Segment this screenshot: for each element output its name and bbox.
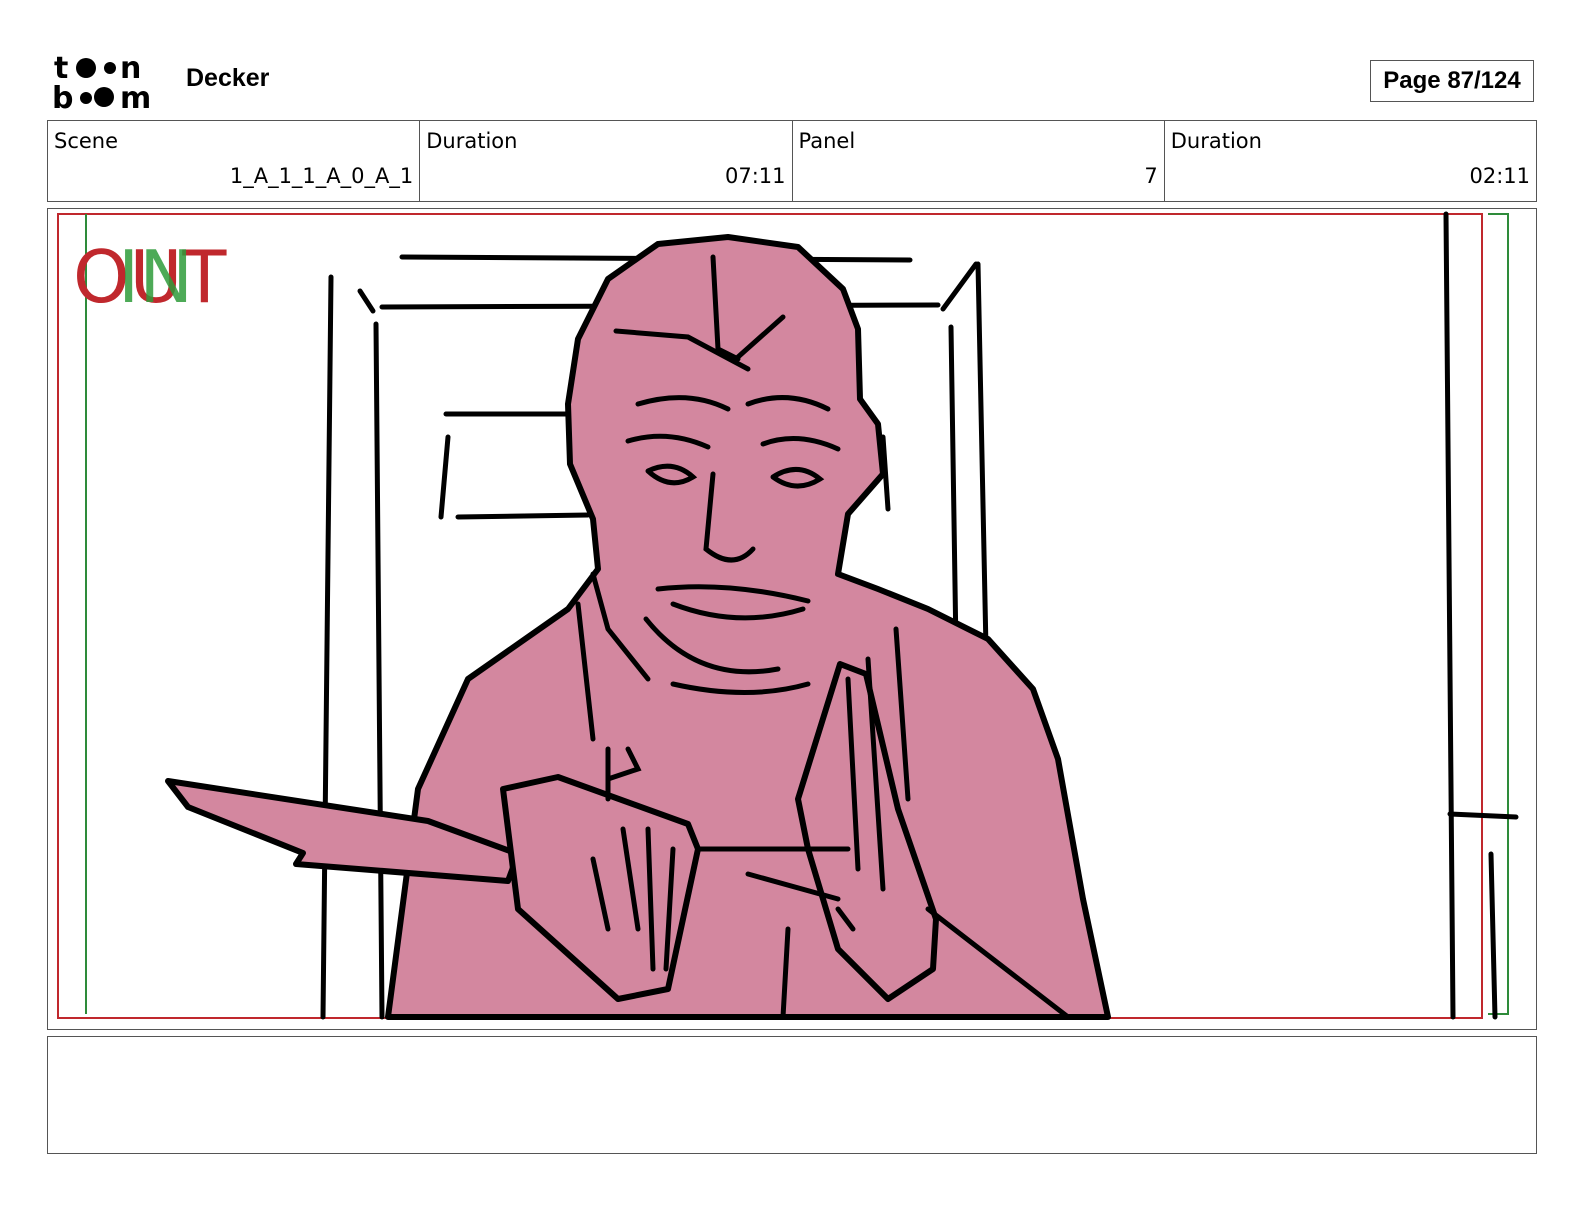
svg-text:b: b bbox=[52, 81, 73, 112]
toon-boom-logo: t n b m bbox=[52, 51, 151, 112]
page-indicator: Page 87/124 bbox=[1370, 60, 1534, 102]
panel-cell: Panel 7 bbox=[793, 121, 1165, 201]
panel-duration-value: 02:11 bbox=[1469, 164, 1530, 188]
scene-duration-cell: Duration 07:11 bbox=[420, 121, 793, 201]
scene-duration-value: 07:11 bbox=[724, 164, 786, 188]
scene-label: Scene bbox=[54, 129, 119, 153]
panel-label: Panel bbox=[798, 129, 856, 153]
panel-info-table: Scene 1_A_1_1_A_0_A_1 Duration 07:11 Pan… bbox=[47, 120, 1537, 202]
scene-cell: Scene 1_A_1_1_A_0_A_1 bbox=[48, 121, 421, 201]
character-man bbox=[165, 234, 1111, 1020]
scene-duration-label: Duration bbox=[426, 129, 518, 153]
svg-text:m: m bbox=[120, 81, 151, 112]
panel-duration-label: Duration bbox=[1170, 129, 1262, 153]
project-title: Decker bbox=[186, 64, 270, 92]
panel-duration-cell: Duration 02:11 bbox=[1165, 121, 1536, 201]
panel-value: 7 bbox=[1144, 164, 1158, 188]
in-marker: IN bbox=[118, 235, 193, 319]
scene-value: 1_A_1_1_A_0_A_1 bbox=[229, 164, 414, 188]
panel-drawing: OUT IN bbox=[57, 211, 1519, 1020]
storyboard-panel: OUT IN bbox=[47, 208, 1537, 1030]
panel-notes-box bbox=[47, 1036, 1537, 1154]
